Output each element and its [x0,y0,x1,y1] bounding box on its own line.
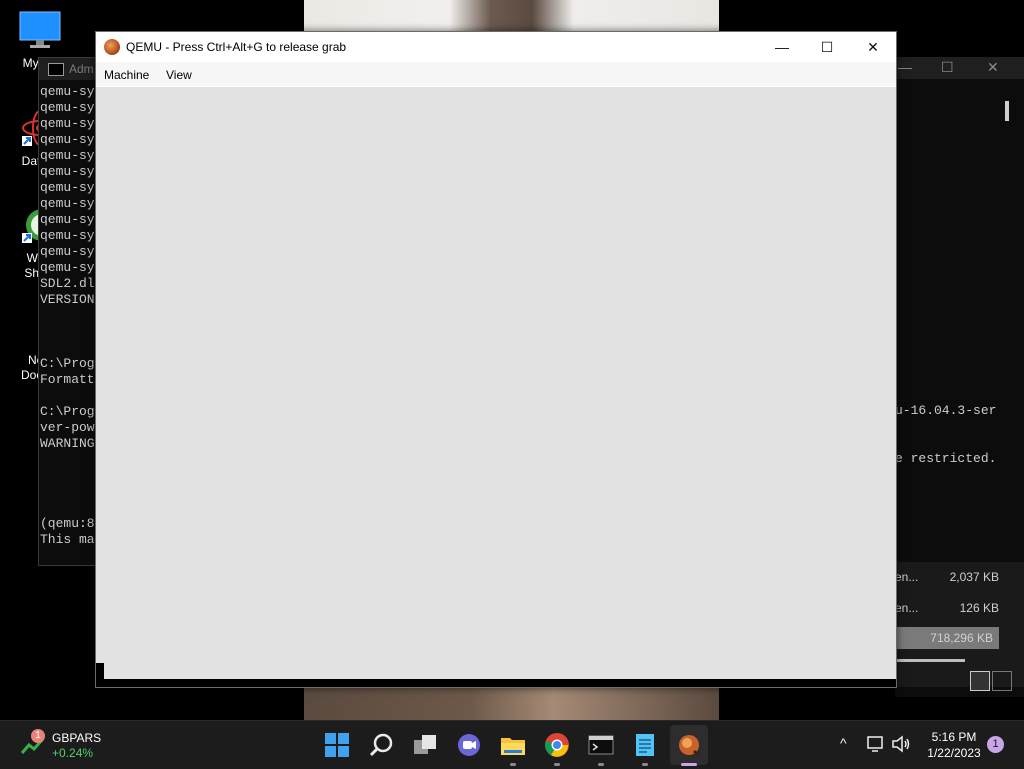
qemu-window[interactable]: QEMU - Press Ctrl+Alt+G to release grab … [95,31,897,688]
file-size: 126 KB [959,601,999,615]
terminal-text: u-16.04.3-ser [895,403,997,418]
cmd-line: qemu-sy [40,244,95,259]
start-icon[interactable] [324,732,350,758]
cmd-line: qemu-sy [40,116,95,131]
cmd-window[interactable]: Adm qemu-sy qemu-sy qemu-sy qemu-sy qemu-sy q… [38,57,99,566]
running-indicator [642,763,648,766]
cmd-line: qemu-sy [40,132,95,147]
vm-display-border [96,679,896,687]
list-item[interactable]: en... 126 KB [895,597,1005,619]
chevron-up-icon[interactable]: ^ [840,735,847,751]
details-view-icon[interactable] [970,671,990,691]
minimize-button[interactable]: — [759,32,805,62]
cmd-line [40,388,95,404]
qemu-icon[interactable] [676,732,702,758]
minimize-icon[interactable]: — [898,59,912,75]
cmd-line: qemu-sy [40,212,95,227]
file-size: 718,296 KB [930,631,993,645]
list-item[interactable]: en... 2,037 KB [895,566,1005,588]
cmd-line [40,500,95,516]
taskbar: 1 GBPARS +0.24% ^ 5:16 PM 1/22/2023 1 [0,720,1024,769]
cmd-line: qemu-sy [40,84,95,99]
cmd-line: qemu-sy [40,260,95,275]
chat-icon[interactable] [456,732,482,758]
qemu-titlebar[interactable]: QEMU - Press Ctrl+Alt+G to release grab … [96,32,896,62]
wallpaper-photo-bottom [304,686,719,720]
cmd-line [40,452,95,468]
cmd-line: This ma [40,532,95,547]
close-button[interactable]: ✕ [850,32,896,62]
widget-ticker: GBPARS [52,731,102,745]
cmd-line: qemu-sy [40,180,95,195]
cmd-icon [48,63,64,76]
horizontal-scrollbar[interactable] [895,659,965,662]
clock-date: 1/22/2023 [927,746,981,760]
volume-icon[interactable] [891,735,911,753]
window-title: QEMU - Press Ctrl+Alt+G to release grab [126,40,347,54]
cmd-line [40,468,95,484]
cmd-line [40,324,95,340]
cmd-line: qemu-sy [40,148,95,163]
chrome-icon[interactable] [544,732,570,758]
cmd-line: qemu-sy [40,196,95,211]
cmd-line: Formatt [40,372,95,387]
running-indicator [510,763,516,766]
cmd-line: C:\Prog [40,404,95,419]
cmd-line [40,308,95,324]
network-icon[interactable] [866,735,886,753]
file-explorer-icon[interactable] [500,732,526,758]
running-indicator [598,763,604,766]
cmd-line: VERSION [40,292,95,307]
terminal-icon[interactable] [588,732,614,758]
right-window-titlebar[interactable]: — ☐ ✕ [895,57,1024,79]
cmd-title: Adm [69,62,94,76]
file-list: en... 2,037 KB en... 126 KB 718,296 KB [895,562,1024,687]
cmd-line [40,340,95,356]
cmd-line: qemu-sy [40,228,95,243]
monitor-icon [19,11,61,48]
cmd-titlebar[interactable]: Adm [39,58,98,80]
active-indicator [681,763,697,766]
wallpaper-photo-top [304,0,719,31]
cmd-line: (qemu:8 [40,516,95,531]
clock-time: 5:16 PM [931,730,977,744]
scrollbar-thumb[interactable] [1005,101,1009,121]
notification-badge[interactable]: 1 [987,736,1004,753]
file-name: en... [895,570,919,584]
file-size: 2,037 KB [949,570,999,584]
file-name: en... [895,601,919,615]
cmd-output: qemu-sy qemu-sy qemu-sy qemu-sy qemu-sy qemu-… [40,84,95,548]
cmd-line: ver-pow [40,420,95,435]
qemu-logo-icon [104,39,120,55]
widget-change: +0.24% [52,746,94,760]
widget-badge: 1 [31,729,45,743]
terminal-text: e restricted. [895,451,997,466]
menu-view[interactable]: View [166,68,192,82]
list-item[interactable]: 718,296 KB [895,627,999,649]
cmd-line: C:\Prog [40,356,95,371]
running-indicator [554,763,560,766]
stock-widget[interactable]: 1 GBPARS +0.24% [20,729,120,761]
close-icon[interactable]: ✕ [987,59,999,76]
cmd-line: WARNING [40,436,95,451]
menu-machine[interactable]: Machine [104,68,149,82]
clock[interactable]: 5:16 PM 1/22/2023 [922,729,986,761]
maximize-button[interactable]: ☐ [804,32,850,62]
search-icon[interactable] [368,732,394,758]
maximize-icon[interactable]: ☐ [941,59,954,76]
cmd-line [40,484,95,500]
cmd-line: qemu-sy [40,164,95,179]
cmd-line: qemu-sy [40,100,95,115]
task-view-icon[interactable] [412,732,438,758]
vm-display[interactable] [96,87,896,679]
background-window-right[interactable]: — ☐ ✕ u-16.04.3-ser e restricted. en... … [895,57,1024,697]
notepad-icon[interactable] [632,732,658,758]
cmd-line: SDL2.dl [40,276,95,291]
large-icons-view-icon[interactable] [992,671,1012,691]
text-cursor [96,663,104,679]
menubar: Machine View [96,62,896,86]
